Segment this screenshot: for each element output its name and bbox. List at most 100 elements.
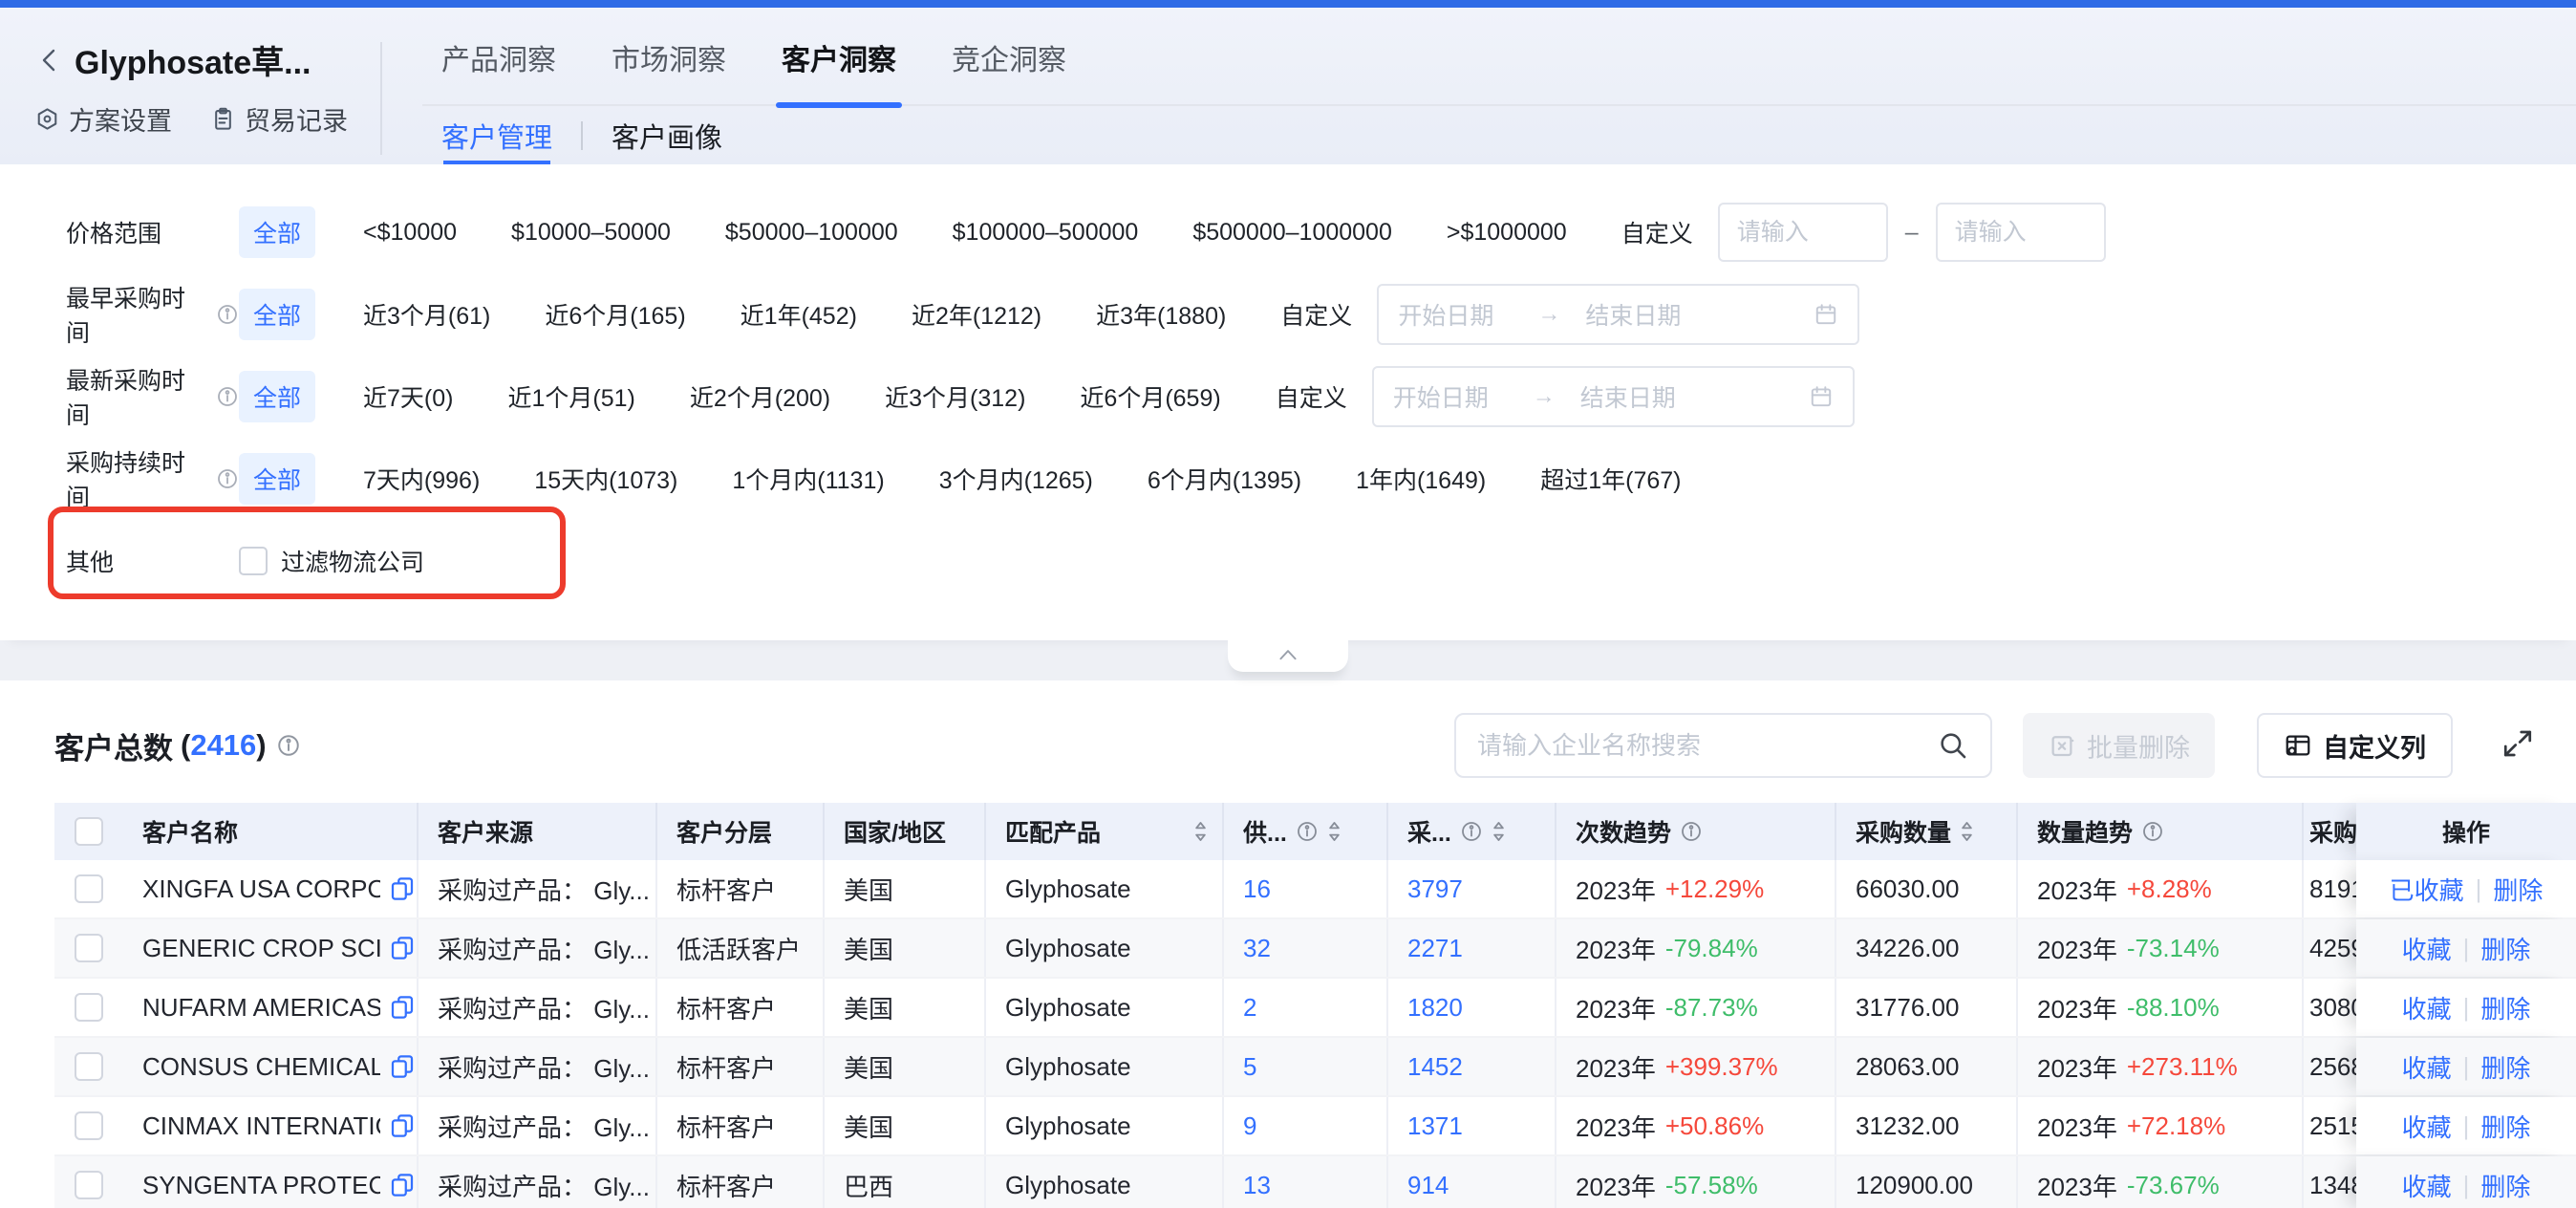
filter-option[interactable]: 全部 [239, 289, 315, 340]
filter-option[interactable]: 近6个月(659) [1080, 379, 1220, 414]
filter-logistics-checkbox[interactable] [239, 547, 268, 575]
tab-competitor-insight[interactable]: 竞企洞察 [952, 8, 1066, 106]
row-checkbox[interactable] [75, 1111, 103, 1140]
count-trend-value: +12.29% [1665, 874, 1764, 904]
row-checkbox[interactable] [75, 993, 103, 1022]
filter-option[interactable]: 近3个月(61) [363, 297, 490, 332]
delete-link[interactable]: 删除 [2480, 1168, 2530, 1203]
sort-icon[interactable] [1959, 820, 1975, 843]
filter-option[interactable]: <$10000 [363, 219, 457, 247]
filter-option[interactable]: 近2个月(200) [690, 379, 830, 414]
copy-icon[interactable] [388, 874, 417, 903]
price-max-input[interactable] [1936, 203, 2106, 262]
row-checkbox[interactable] [75, 934, 103, 962]
copy-icon[interactable] [388, 1171, 417, 1199]
delete-link[interactable]: 删除 [2480, 1109, 2530, 1144]
select-all-checkbox[interactable] [75, 817, 103, 846]
filter-option[interactable]: 7天内(996) [363, 462, 480, 496]
delete-link[interactable]: 删除 [2480, 1049, 2530, 1085]
copy-icon[interactable] [388, 1111, 417, 1140]
filter-option[interactable]: $10000–50000 [511, 219, 671, 247]
filter-panel: 价格范围 全部<$10000$10000–50000$50000–100000$… [0, 164, 2576, 640]
batch-delete-button[interactable]: 批量删除 [2023, 713, 2215, 778]
subtab-customer-management[interactable]: 客户管理 [441, 106, 552, 164]
filter-option[interactable]: 15天内(1073) [534, 462, 677, 496]
delete-link[interactable]: 删除 [2493, 872, 2543, 907]
customer-count: 2416 [190, 728, 256, 762]
favorite-link[interactable]: 已收藏 [2390, 872, 2464, 907]
filter-option[interactable]: $500000–1000000 [1192, 219, 1392, 247]
supplier-count-cell: 13 [1224, 1156, 1388, 1208]
copy-icon[interactable] [388, 1052, 417, 1081]
col-qty-trend: 数量趋势 [2018, 803, 2304, 860]
row-checkbox[interactable] [75, 874, 103, 903]
favorite-link[interactable]: 收藏 [2402, 1168, 2452, 1203]
earliest-date-range-picker[interactable]: 开始日期 → 结束日期 [1377, 284, 1859, 345]
filter-option[interactable]: 全部 [239, 453, 315, 505]
price-custom-label[interactable]: 自定义 [1621, 215, 1693, 249]
favorite-link[interactable]: 收藏 [2402, 1109, 2452, 1144]
filter-option[interactable]: 近3个月(312) [885, 379, 1025, 414]
qty-trend-value: +8.28% [2127, 874, 2212, 904]
trade-records-button[interactable]: 贸易记录 [210, 100, 348, 138]
latest-date-range-picker[interactable]: 开始日期 → 结束日期 [1372, 366, 1855, 427]
supplier-count-link[interactable]: 5 [1243, 1052, 1256, 1082]
filter-option[interactable]: 超过1年(767) [1540, 462, 1681, 496]
sort-icon[interactable] [1192, 820, 1209, 843]
filter-option[interactable]: 近6个月(165) [545, 297, 685, 332]
purchase-count-link[interactable]: 1820 [1407, 993, 1463, 1023]
subtab-customer-profile[interactable]: 客户画像 [612, 106, 722, 164]
favorite-link[interactable]: 收藏 [2402, 990, 2452, 1025]
tab-market-insight[interactable]: 市场洞察 [612, 8, 726, 106]
purchase-count-link[interactable]: 1452 [1407, 1052, 1463, 1082]
filter-option[interactable]: 近7天(0) [363, 379, 453, 414]
amount-clipped-cell: 1348 [2304, 1156, 2356, 1208]
filter-option[interactable]: 3个月内(1265) [939, 462, 1093, 496]
filter-option[interactable]: 1个月内(1131) [732, 462, 884, 496]
filter-option[interactable]: 近2年(1212) [912, 297, 1041, 332]
back-icon[interactable] [34, 45, 65, 76]
supplier-count-link[interactable]: 9 [1243, 1111, 1256, 1141]
purchase-count-link[interactable]: 914 [1407, 1171, 1449, 1200]
copy-icon[interactable] [388, 934, 417, 962]
row-checkbox[interactable] [75, 1052, 103, 1081]
custom-columns-button[interactable]: 自定义列 [2257, 713, 2453, 778]
collapse-filters-tab[interactable] [1228, 639, 1348, 672]
supplier-count-link[interactable]: 13 [1243, 1171, 1271, 1200]
supplier-count-link[interactable]: 32 [1243, 934, 1271, 963]
price-min-input[interactable] [1718, 203, 1888, 262]
supplier-count-cell: 16 [1224, 860, 1388, 917]
latest-custom-label[interactable]: 自定义 [1276, 379, 1347, 414]
sort-icon[interactable] [1326, 820, 1342, 843]
filter-option[interactable]: 近1年(452) [741, 297, 857, 332]
fullscreen-button[interactable] [2501, 726, 2539, 765]
filter-option[interactable]: >$1000000 [1447, 219, 1567, 247]
supplier-count-link[interactable]: 16 [1243, 874, 1271, 904]
favorite-link[interactable]: 收藏 [2402, 1049, 2452, 1085]
filter-option[interactable]: 近1个月(51) [507, 379, 634, 414]
purchase-count-link[interactable]: 2271 [1407, 934, 1463, 963]
filter-option[interactable]: 1年内(1649) [1356, 462, 1486, 496]
tab-customer-insight[interactable]: 客户洞察 [782, 8, 896, 106]
scheme-settings-button[interactable]: 方案设置 [34, 100, 172, 138]
tab-product-insight[interactable]: 产品洞察 [441, 8, 556, 106]
purchase-quantity: 120900.00 [1836, 1156, 2018, 1208]
earliest-custom-label[interactable]: 自定义 [1280, 297, 1352, 332]
row-checkbox[interactable] [75, 1171, 103, 1199]
delete-link[interactable]: 删除 [2480, 990, 2530, 1025]
filter-option[interactable]: $50000–100000 [725, 219, 898, 247]
filter-option[interactable]: $100000–500000 [953, 219, 1139, 247]
supplier-count-link[interactable]: 2 [1243, 993, 1256, 1023]
filter-option[interactable]: 近3年(1880) [1096, 297, 1226, 332]
filter-option[interactable]: 全部 [239, 371, 315, 422]
search-icon[interactable] [1937, 729, 1969, 762]
filter-option[interactable]: 6个月内(1395) [1148, 462, 1301, 496]
purchase-count-link[interactable]: 3797 [1407, 874, 1463, 904]
filter-option[interactable]: 全部 [239, 206, 315, 258]
sort-icon[interactable] [1491, 820, 1507, 843]
delete-link[interactable]: 删除 [2480, 931, 2530, 966]
copy-icon[interactable] [388, 993, 417, 1022]
company-search-input[interactable] [1477, 731, 1937, 761]
purchase-count-link[interactable]: 1371 [1407, 1111, 1463, 1141]
favorite-link[interactable]: 收藏 [2402, 931, 2452, 966]
